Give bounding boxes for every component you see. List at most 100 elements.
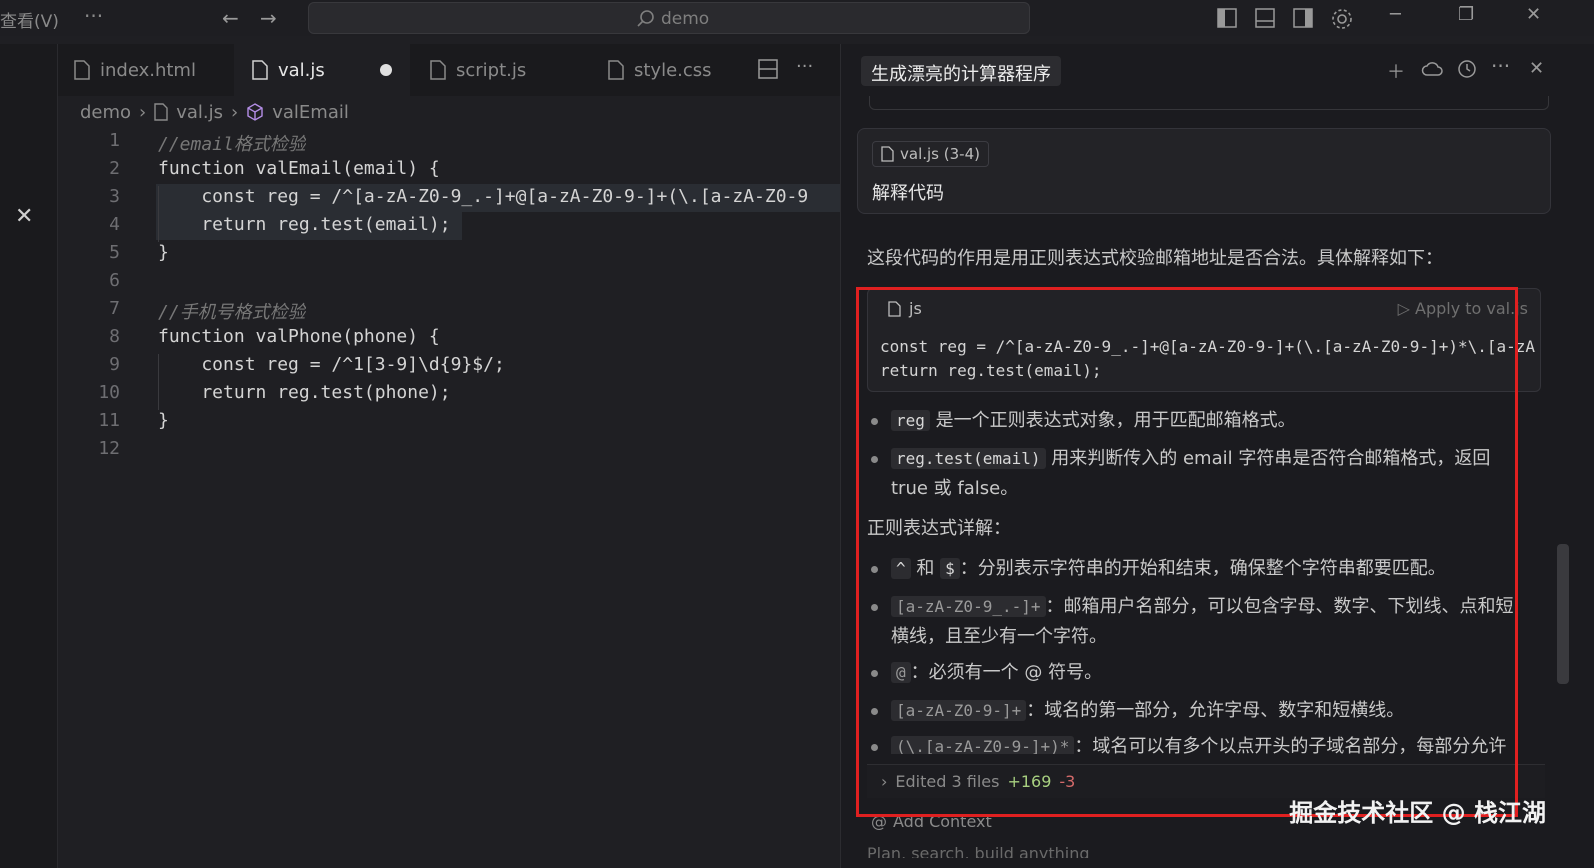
close-panel-icon[interactable]: ✕ — [1529, 58, 1544, 79]
command-search[interactable]: demo — [308, 2, 1030, 34]
tab-label: val.js — [278, 59, 325, 81]
code-line[interactable]: } — [158, 242, 169, 263]
tab-val-js[interactable]: val.js — [234, 44, 410, 96]
cloud-icon[interactable] — [1421, 60, 1443, 78]
code-block-line: return reg.test(email); — [880, 361, 1102, 380]
list-item-text: ：域名的第一部分，允许字母、数字和短横线。 — [1026, 700, 1405, 721]
code-line[interactable]: function valPhone(phone) { — [158, 326, 440, 347]
list-item-text: 用来判断传入的 email 字符串是否符合邮箱格式，返回 — [1051, 448, 1491, 469]
list-item-text: ：分别表示字符串的开始和结束，确保整个字符串都要匹配。 — [959, 558, 1446, 579]
user-message[interactable]: val.js (3-4) 解释代码 — [857, 128, 1551, 214]
tab-script-js[interactable]: script.js — [430, 44, 590, 96]
history-icon[interactable] — [1457, 59, 1477, 79]
inline-code: ^ — [891, 558, 911, 579]
more-menu-icon[interactable]: ··· — [84, 4, 103, 28]
inline-code: (\.[a-zA-Z0-9-]+)* — [891, 736, 1075, 754]
assistant-intro: 这段代码的作用是用正则表达式校验邮箱地址是否合法。具体解释如下： — [867, 248, 1443, 269]
unsaved-dot-icon[interactable] — [380, 64, 392, 76]
list-item-text: 是一个正则表达式对象，用于匹配邮箱格式。 — [935, 410, 1296, 431]
line-number: 8 — [109, 326, 120, 347]
file-icon — [888, 300, 901, 317]
code-line[interactable]: //手机号格式检验 — [158, 298, 306, 324]
more-actions-icon[interactable]: ··· — [796, 56, 813, 77]
list-item: (\.[a-zA-Z0-9-]+)* ：域名可以有多个以点开头的子域名部分，每部分… — [867, 732, 1557, 754]
bullet-icon — [871, 708, 878, 715]
breadcrumb-symbol[interactable]: valEmail — [272, 102, 349, 123]
back-arrow-icon[interactable]: ← — [222, 6, 239, 30]
chevron-right-icon: › — [139, 101, 147, 123]
bullet-icon — [871, 418, 878, 425]
code-line[interactable]: const reg = /^1[3-9]\d{9}$/; — [158, 354, 504, 375]
line-number: 12 — [98, 438, 120, 459]
line-number: 3 — [109, 186, 120, 207]
toggle-sidebar-icon[interactable] — [1216, 7, 1238, 29]
close-window-icon[interactable]: ✕ — [1526, 4, 1541, 25]
forward-arrow-icon[interactable]: → — [260, 6, 277, 30]
code-line[interactable]: return reg.test(phone); — [158, 382, 450, 403]
tab-label: style.css — [634, 59, 712, 81]
inline-code: reg — [891, 410, 930, 431]
chat-scrollbar[interactable] — [1557, 544, 1569, 684]
chat-panel: 生成漂亮的计算器程序 ＋ ··· ✕ val.js (3-4) 解释代码 这段代… — [840, 44, 1594, 868]
file-icon — [154, 103, 168, 121]
chevron-right-icon: › — [231, 101, 239, 123]
add-context-button[interactable]: @ Add Context — [871, 812, 992, 831]
line-number: 1 — [109, 130, 120, 151]
play-icon: ▷ — [1397, 299, 1415, 318]
restore-icon[interactable]: ❐ — [1458, 4, 1474, 25]
tab-index-html[interactable]: index.html — [74, 44, 234, 96]
breadcrumb-file[interactable]: val.js — [176, 102, 223, 123]
at-icon: @ — [871, 812, 887, 831]
code-line[interactable]: //email格式检验 — [158, 130, 306, 156]
apply-button[interactable]: ▷ Apply to val.js — [1398, 299, 1528, 318]
new-chat-icon[interactable]: ＋ — [1387, 58, 1405, 84]
search-text: demo — [661, 9, 710, 29]
code-line[interactable]: } — [158, 410, 169, 431]
line-number: 5 — [109, 242, 120, 263]
lines-removed: -3 — [1059, 772, 1076, 791]
code-language: js — [909, 299, 922, 318]
code-line[interactable]: return reg.test(email); — [158, 214, 450, 235]
lines-added: +169 — [1007, 772, 1052, 791]
code-line[interactable]: function valEmail(email) { — [158, 158, 440, 179]
file-icon — [608, 60, 624, 80]
inline-code: $ — [940, 558, 960, 579]
context-pill-label: val.js (3-4) — [900, 145, 980, 163]
line-number: 4 — [109, 214, 120, 235]
list-item-text: ：必须有一个 @ 符号。 — [910, 662, 1103, 683]
inline-code: [a-zA-Z0-9_.-]+ — [891, 596, 1046, 617]
split-editor-icon[interactable] — [758, 59, 778, 79]
chat-title[interactable]: 生成漂亮的计算器程序 — [861, 56, 1061, 86]
gear-icon[interactable] — [1330, 7, 1354, 31]
line-number: 6 — [109, 270, 120, 291]
toggle-secondary-sidebar-icon[interactable] — [1292, 7, 1314, 29]
section-title: 正则表达式详解： — [867, 518, 1011, 539]
editor-tabs: index.html val.js script.js style.css ··… — [58, 44, 840, 96]
list-item-text: ：域名可以有多个以点开头的子域名部分，每部分允许 — [1074, 736, 1507, 754]
chevron-right-icon: › — [881, 772, 888, 791]
file-icon — [430, 60, 446, 80]
toggle-panel-icon[interactable] — [1254, 7, 1276, 29]
context-pill[interactable]: val.js (3-4) — [872, 141, 989, 167]
chat-input[interactable]: Plan, search, build anything — [867, 844, 1090, 858]
bullet-icon — [871, 566, 878, 573]
line-number: 9 — [109, 354, 120, 375]
menu-view[interactable]: 查看(V) — [0, 7, 59, 32]
close-icon[interactable]: ✕ — [15, 204, 33, 229]
search-icon — [637, 10, 654, 27]
list-item-text-cont: true 或 false。 — [891, 478, 1019, 499]
tab-style-css[interactable]: style.css — [608, 44, 768, 96]
minimize-icon[interactable]: ─ — [1390, 4, 1401, 25]
more-options-icon[interactable]: ··· — [1491, 54, 1510, 78]
line-number: 7 — [109, 298, 120, 319]
breadcrumb: demo › val.js › valEmail — [80, 100, 349, 124]
edited-files-label: Edited 3 files — [895, 772, 1000, 791]
inline-code: @ — [891, 662, 911, 683]
editor-area: index.html val.js script.js style.css ··… — [58, 44, 894, 868]
code-block: js ▷ Apply to val.js const reg = /^[a-zA… — [867, 288, 1541, 392]
add-context-label: Add Context — [893, 812, 992, 831]
code-line[interactable]: const reg = /^[a-zA-Z0-9_.-]+@[a-zA-Z0-9… — [158, 186, 808, 207]
code-block-line: const reg = /^[a-zA-Z0-9_.-]+@[a-zA-Z0-9… — [880, 337, 1536, 356]
breadcrumb-folder[interactable]: demo — [80, 102, 131, 123]
title-bar: 查看(V) ··· ← → demo ─ ❐ ✕ — [0, 0, 1594, 36]
